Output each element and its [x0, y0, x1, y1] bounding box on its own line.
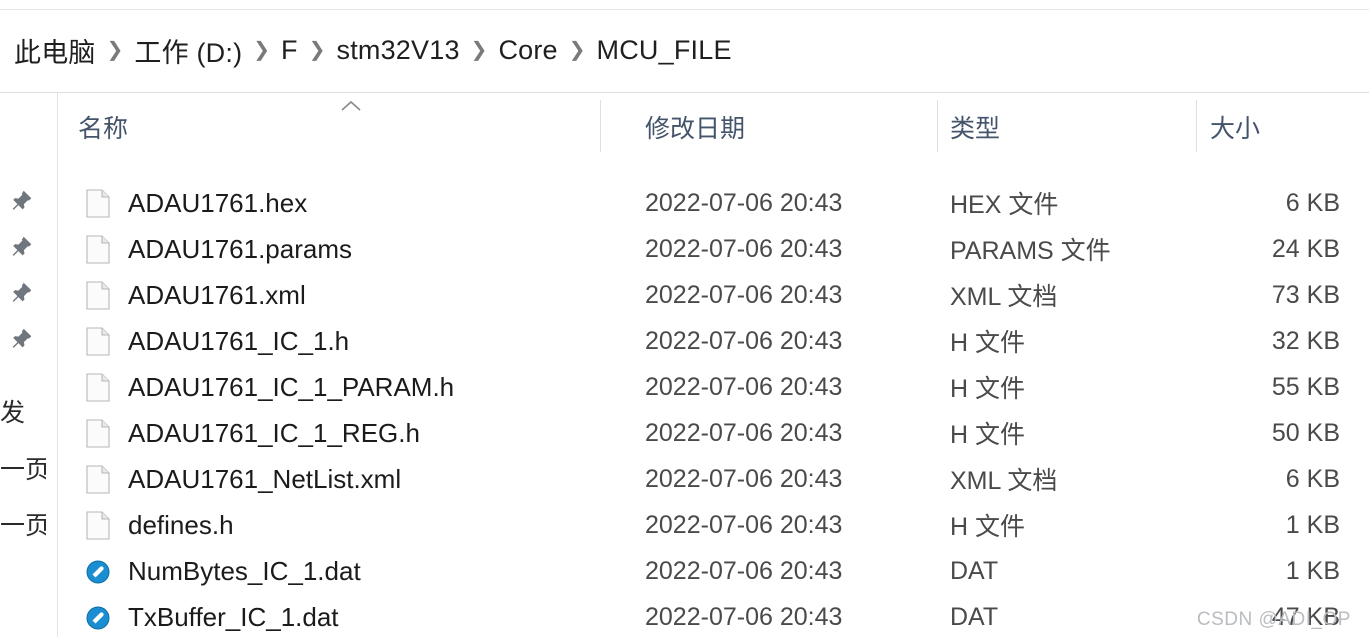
breadcrumb-separator-icon[interactable]: ❯ — [253, 37, 270, 62]
file-name[interactable]: TxBuffer_IC_1.dat — [128, 594, 339, 640]
file-date: 2022-07-06 20:43 — [645, 556, 843, 585]
breadcrumb-item-drive-d[interactable]: 工作 (D:) — [134, 31, 242, 70]
pushpin-icon — [8, 188, 34, 214]
file-name[interactable]: ADAU1761_NetList.xml — [128, 456, 401, 502]
file-list[interactable]: ADAU1761.hex 2022-07-06 20:43 HEX 文件 6 K… — [58, 160, 1369, 637]
table-row[interactable]: ADAU1761_IC_1_REG.h 2022-07-06 20:43 H 文… — [58, 410, 1369, 456]
file-size: 47 KB — [1271, 602, 1340, 631]
file-date: 2022-07-06 20:43 — [645, 234, 843, 263]
quick-access-pin-3[interactable] — [4, 270, 54, 316]
file-size: 55 KB — [1271, 372, 1340, 401]
address-bar[interactable]: 此电脑 ❯ 工作 (D:) ❯ F ❯ stm32V13 ❯ Core ❯ MC… — [0, 10, 1369, 90]
file-date: 2022-07-06 20:43 — [645, 372, 843, 401]
column-header-type[interactable]: 类型 — [950, 93, 1000, 160]
pushpin-icon — [8, 234, 34, 260]
file-size: 6 KB — [1285, 188, 1340, 217]
table-row[interactable]: TxBuffer_IC_1.dat 2022-07-06 20:43 DAT 4… — [58, 594, 1369, 640]
document-icon — [86, 235, 112, 265]
file-name[interactable]: ADAU1761.hex — [128, 180, 307, 226]
document-icon — [86, 373, 112, 403]
file-type: XML 文档 — [950, 467, 1058, 495]
document-icon — [86, 419, 112, 449]
breadcrumb-item-core[interactable]: Core — [498, 35, 557, 66]
table-row[interactable]: ADAU1761.hex 2022-07-06 20:43 HEX 文件 6 K… — [58, 180, 1369, 226]
file-type: HEX 文件 — [950, 191, 1059, 219]
table-row[interactable]: ADAU1761.params 2022-07-06 20:43 PARAMS … — [58, 226, 1369, 272]
file-name[interactable]: ADAU1761_IC_1.h — [128, 318, 349, 364]
column-divider-date[interactable] — [600, 100, 601, 152]
breadcrumb-item-f[interactable]: F — [281, 35, 298, 66]
quick-access-pin-4[interactable] — [4, 316, 54, 362]
file-date: 2022-07-06 20:43 — [645, 188, 843, 217]
nav-item-label-2[interactable]: 一页 — [0, 445, 46, 491]
table-row[interactable]: ADAU1761_IC_1.h 2022-07-06 20:43 H 文件 32… — [58, 318, 1369, 364]
pushpin-icon — [8, 280, 34, 306]
document-icon — [86, 327, 112, 357]
document-icon — [86, 465, 112, 495]
file-name[interactable]: ADAU1761_IC_1_PARAM.h — [128, 364, 454, 410]
file-date: 2022-07-06 20:43 — [645, 602, 843, 631]
file-name[interactable]: ADAU1761.params — [128, 226, 352, 272]
breadcrumb-item-this-pc[interactable]: 此电脑 — [14, 31, 96, 70]
dat-file-icon — [86, 557, 112, 587]
breadcrumb-separator-icon[interactable]: ❯ — [107, 37, 124, 62]
file-name[interactable]: defines.h — [128, 502, 234, 548]
file-date: 2022-07-06 20:43 — [645, 464, 843, 493]
document-icon — [86, 281, 112, 311]
file-date: 2022-07-06 20:43 — [645, 326, 843, 355]
file-size: 1 KB — [1285, 556, 1340, 585]
table-row[interactable]: NumBytes_IC_1.dat 2022-07-06 20:43 DAT 1… — [58, 548, 1369, 594]
breadcrumb-item-stm32v13[interactable]: stm32V13 — [337, 35, 460, 66]
nav-item-label-3[interactable]: 一页 — [0, 501, 46, 547]
chevron-up-icon — [340, 99, 362, 113]
file-type: XML 文档 — [950, 283, 1058, 311]
breadcrumb-item-mcu-file[interactable]: MCU_FILE — [597, 35, 732, 66]
breadcrumb-separator-icon[interactable]: ❯ — [309, 37, 326, 62]
file-name[interactable]: ADAU1761.xml — [128, 272, 306, 318]
file-type: H 文件 — [950, 375, 1026, 403]
file-date: 2022-07-06 20:43 — [645, 510, 843, 539]
table-row[interactable]: ADAU1761_IC_1_PARAM.h 2022-07-06 20:43 H… — [58, 364, 1369, 410]
file-date: 2022-07-06 20:43 — [645, 280, 843, 309]
file-size: 6 KB — [1285, 464, 1340, 493]
file-name[interactable]: NumBytes_IC_1.dat — [128, 548, 361, 594]
column-header-date-modified[interactable]: 修改日期 — [645, 93, 745, 160]
dat-file-icon — [86, 603, 112, 633]
document-icon — [86, 189, 112, 219]
file-type: H 文件 — [950, 421, 1026, 449]
file-size: 1 KB — [1285, 510, 1340, 539]
breadcrumb-separator-icon[interactable]: ❯ — [471, 37, 488, 62]
breadcrumb-separator-icon[interactable]: ❯ — [569, 37, 586, 62]
column-header-row[interactable]: 名称 修改日期 类型 大小 — [58, 93, 1369, 160]
table-row[interactable]: defines.h 2022-07-06 20:43 H 文件 1 KB — [58, 502, 1369, 548]
file-type: DAT — [950, 602, 999, 631]
document-icon — [86, 511, 112, 541]
file-size: 50 KB — [1271, 418, 1340, 447]
pushpin-icon — [8, 326, 34, 352]
quick-access-pin-1[interactable] — [4, 178, 54, 224]
quick-access-pin-2[interactable] — [4, 224, 54, 270]
file-type: DAT — [950, 556, 999, 585]
table-row[interactable]: ADAU1761.xml 2022-07-06 20:43 XML 文档 73 … — [58, 272, 1369, 318]
file-size: 32 KB — [1271, 326, 1340, 355]
navigation-pane[interactable]: 发 一页 一页 — [0, 93, 57, 637]
column-header-name[interactable]: 名称 — [78, 93, 128, 160]
file-size: 24 KB — [1271, 234, 1340, 263]
column-divider-size[interactable] — [1196, 100, 1197, 152]
nav-item-label-1[interactable]: 发 — [0, 388, 46, 434]
table-row[interactable]: ADAU1761_NetList.xml 2022-07-06 20:43 XM… — [58, 456, 1369, 502]
column-divider-type[interactable] — [937, 100, 938, 152]
file-date: 2022-07-06 20:43 — [645, 418, 843, 447]
file-size: 73 KB — [1271, 280, 1340, 309]
file-name[interactable]: ADAU1761_IC_1_REG.h — [128, 410, 420, 456]
column-header-size[interactable]: 大小 — [1210, 93, 1260, 160]
file-type: H 文件 — [950, 329, 1026, 357]
file-type: H 文件 — [950, 513, 1026, 541]
